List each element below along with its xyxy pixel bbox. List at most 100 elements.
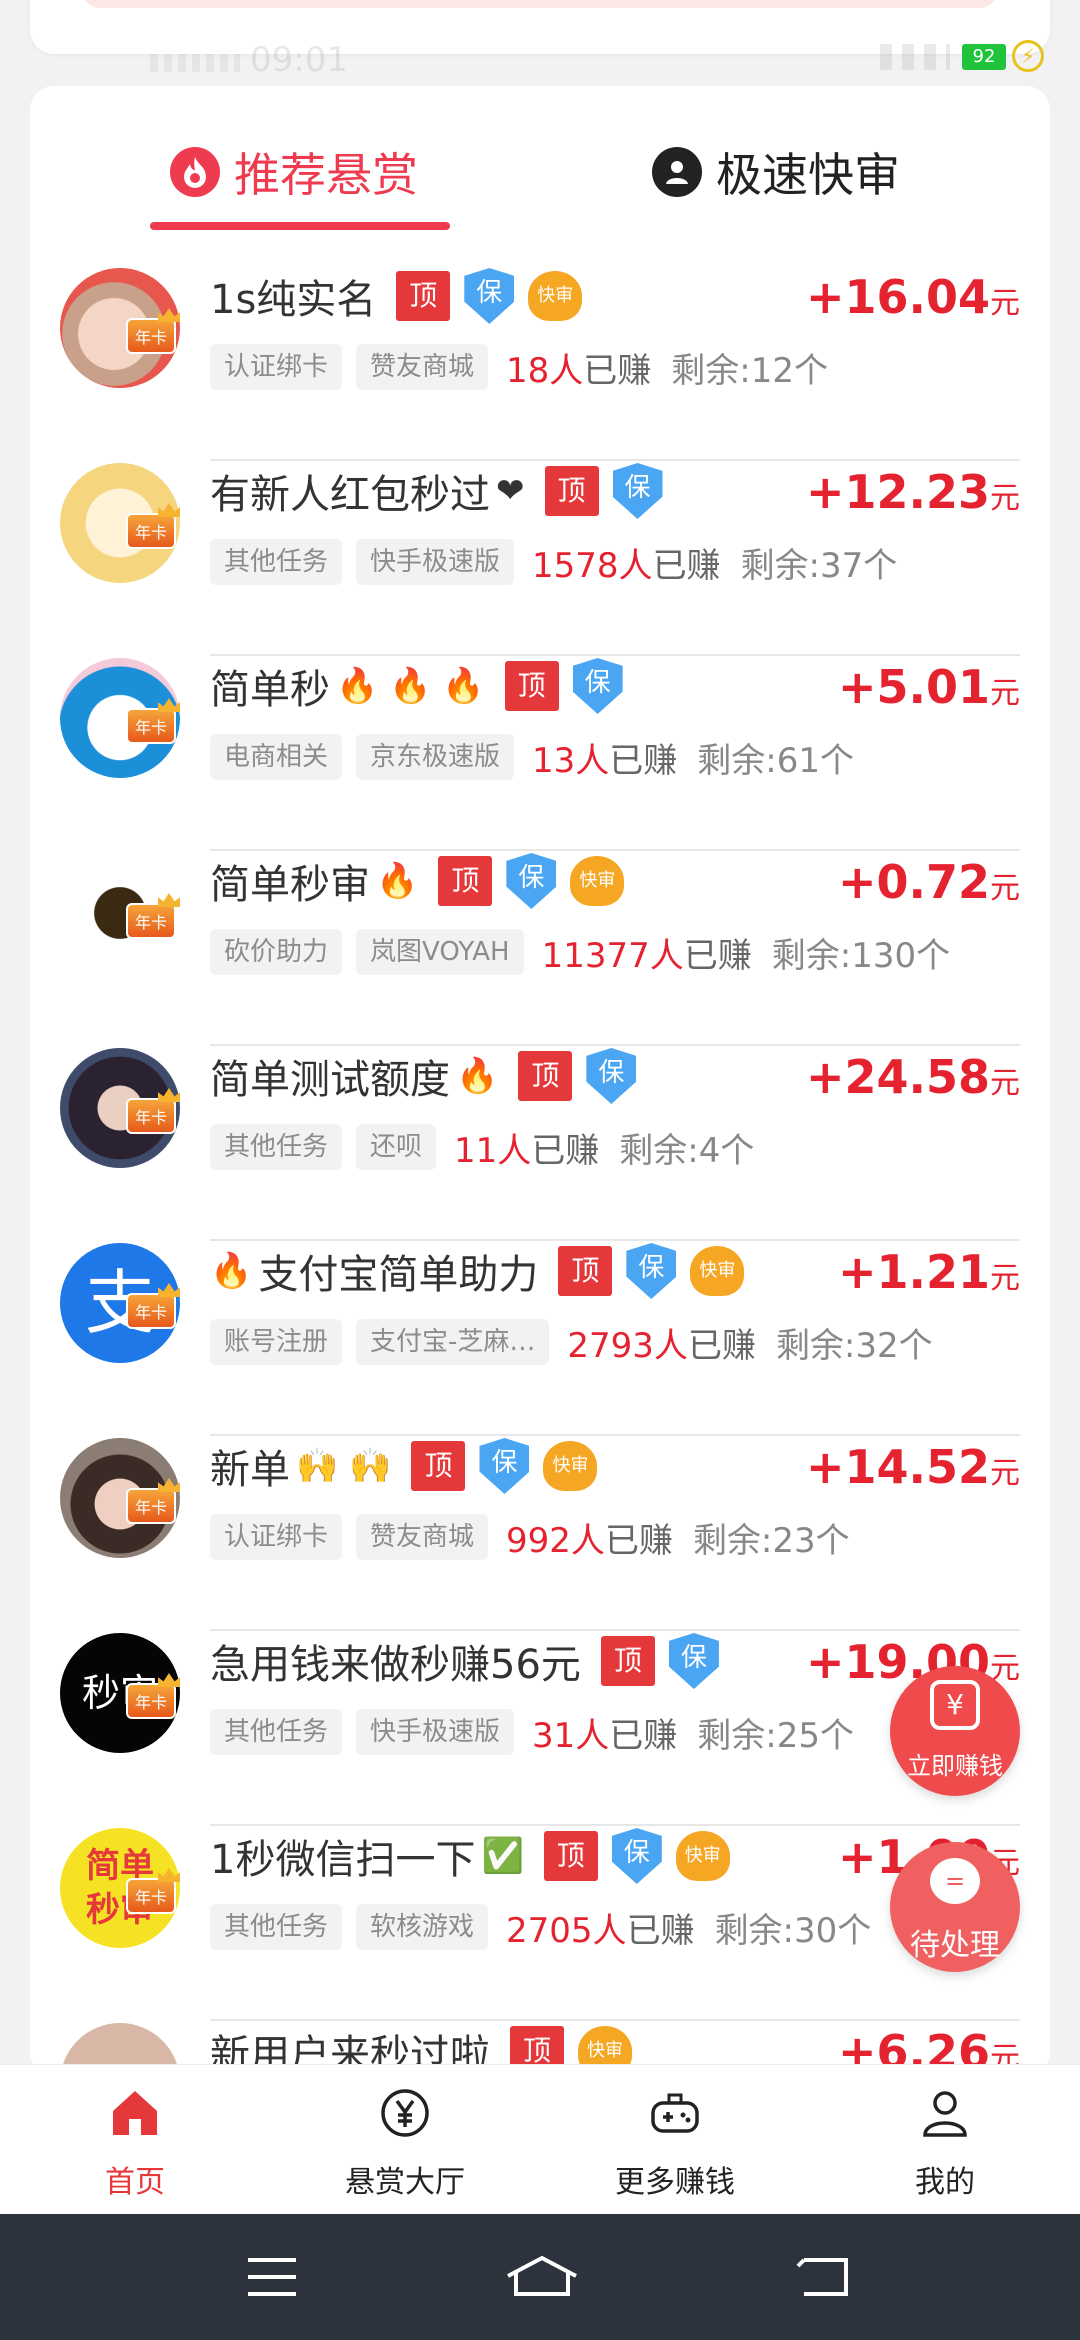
remaining-value: 4个 [698,1130,755,1171]
task-meta: 砍价助力 岚图VOYAH 11377人已赚 剩余:130个 [210,927,1020,977]
title-emoji-icon: ❤ [496,471,525,511]
nav-label: 我的 [915,2165,975,2200]
chat-icon: = [930,1858,980,1904]
task-title: 简单秒审 [210,862,370,908]
home-system-icon[interactable] [504,2254,580,2300]
task-reward: +16.04元 [806,270,1020,324]
guarantee-shield-icon: 保 [479,1438,530,1494]
title-emoji-icon: 🙌 🙌 [296,1446,392,1486]
category-chip: 还呗 [356,1124,437,1170]
reward-amount: +5.01 [837,660,990,714]
task-row[interactable]: 年卡 新单 🙌 🙌 顶保快审 +14.52元 认证绑卡 赞友商城 992人已赚 剩余:23个 [30,1436,1050,1631]
remaining-prefix: 剩余: [740,545,821,586]
remaining-count: 剩余:37个 [741,538,898,587]
earned-count: 11人已赚 [454,1123,599,1172]
wifi-icon [880,44,950,70]
task-reward: +14.52元 [806,1440,1020,1494]
year-card-badge: 年卡 [126,318,176,354]
category-chip: 京东极速版 [356,734,515,780]
earned-number: 2705人 [506,1910,627,1951]
gamepad-icon [651,2093,699,2133]
year-card-badge: 年卡 [126,1293,176,1329]
earned-suffix: 已赚 [626,1910,695,1951]
earned-number: 992人 [506,1520,605,1561]
remaining-prefix: 剩余: [697,740,777,781]
tab-fast-review[interactable]: 极速快审 [652,142,900,202]
category-chip: 其他任务 [210,539,343,585]
task-title-line: 新单 🙌 🙌 顶保快审 [210,1436,598,1496]
task-row[interactable]: 支年卡 🔥 支付宝简单助力顶保快审 +1.21元 账号注册 支付宝-芝麻… 2793人已赚剩… [30,1241,1050,1436]
remaining-count: 剩余:25个 [697,1708,854,1757]
tab-recommended[interactable]: 推荐悬赏 [170,142,418,202]
menu-icon[interactable] [244,2254,300,2300]
task-title-line: 1s纯实名顶保快审 [210,266,583,326]
reward-amount: +24.58 [805,1050,990,1104]
earned-count: 13人已赚 [532,733,677,782]
reward-amount: +12.23 [805,465,990,519]
category-chip: 赞友商城 [356,344,489,390]
nav-more-earn[interactable]: 更多赚钱 [540,2065,810,2214]
earned-number: 13人 [532,740,610,781]
category-chip: 电商相关 [210,734,343,780]
user-icon [652,147,702,197]
pinned-badge: 顶 [518,1051,573,1101]
task-row[interactable]: 年卡 有新人红包秒过 ❤ 顶保 +12.23元 其他任务 快手极速版 1578人已赚 剩余:37… [30,461,1050,656]
flame-icon [170,147,220,197]
fast-review-badge: 快审 [570,856,625,906]
user-outline-icon [923,2091,967,2137]
earned-suffix: 已赚 [609,740,678,781]
earned-number: 18人 [506,350,584,391]
pinned-badge: 顶 [544,466,599,516]
task-row[interactable]: 年卡 简单秒 🔥 🔥 🔥 顶保 +5.01元 电商相关 京东极速版 13人已赚 剩余:61个 [30,656,1050,851]
pinned-badge: 顶 [438,856,493,906]
yen-icon: ¥ [930,1680,980,1730]
category-chip: 其他任务 [210,1709,343,1755]
pending-button[interactable]: = 待处理 [890,1842,1020,1972]
task-row[interactable]: 年卡 1s纯实名顶保快审 +16.04元 认证绑卡 赞友商城 18人已赚 剩余:12个 [30,266,1050,461]
banner-strip [82,0,998,8]
guarantee-shield-icon: 保 [668,1633,719,1689]
year-card-badge: 年卡 [126,1683,176,1719]
earn-now-label: 立即赚钱 [907,1752,1003,1780]
earned-suffix: 已赚 [652,545,721,586]
earn-now-button[interactable]: ¥ 立即赚钱 [890,1666,1020,1796]
guarantee-shield-icon: 保 [611,1828,662,1884]
category-chip: 支付宝-芝麻… [356,1319,550,1365]
nav-label: 首页 [105,2165,165,2200]
task-row[interactable]: 年卡 简单秒审 🔥 顶保快审 +0.72元 砍价助力 岚图VOYAH 11377人已赚 剩余:1… [30,851,1050,1046]
task-title: 急用钱来做秒赚56元 [210,1642,581,1688]
home-icon [113,2091,157,2135]
remaining-count: 剩余:4个 [619,1123,754,1172]
guarantee-shield-icon: 保 [626,1243,677,1299]
task-meta: 认证绑卡 赞友商城 18人已赚 剩余:12个 [210,342,1020,392]
fast-review-badge: 快审 [528,271,583,321]
pinned-badge: 顶 [558,1246,613,1296]
remaining-prefix: 剩余: [775,1325,856,1366]
category-chip: 砍价助力 [210,929,343,975]
reward-amount: +16.04 [805,270,990,324]
task-title: 1秒微信扫一下 [210,1837,476,1883]
earned-number: 1578人 [532,545,653,586]
fast-review-badge: 快审 [675,1831,730,1881]
task-title-line: 1秒微信扫一下 ✅ 顶保快审 [210,1826,730,1886]
year-card-badge: 年卡 [126,1098,176,1134]
title-emoji-icon: 🔥 [456,1056,499,1096]
back-icon[interactable] [796,2254,852,2300]
title-emoji-icon: 🔥 🔥 🔥 [336,666,485,706]
task-title: 新单 [210,1447,290,1493]
pinned-badge: 顶 [504,661,559,711]
remaining-prefix: 剩余: [671,350,751,391]
category-chip: 快手极速版 [356,1709,515,1755]
nav-home[interactable]: 首页 [0,2065,270,2214]
category-chip: 软核游戏 [356,1904,489,1950]
nav-mine[interactable]: 我的 [810,2065,1080,2214]
task-meta: 账号注册 支付宝-芝麻… 2793人已赚 剩余:32个 [210,1317,1020,1367]
reward-amount: +1.21 [837,1245,990,1299]
task-row[interactable]: 年卡 简单测试额度 🔥 顶保 +24.58元 其他任务 还呗 11人已赚 剩余:4个 [30,1046,1050,1241]
nav-reward-hall[interactable]: 悬赏大厅 [270,2065,540,2214]
earned-number: 11377人 [541,935,684,976]
remaining-prefix: 剩余: [619,1130,699,1171]
year-card-badge: 年卡 [126,1488,176,1524]
reward-unit: 元 [990,676,1020,711]
year-card-badge: 年卡 [126,708,176,744]
